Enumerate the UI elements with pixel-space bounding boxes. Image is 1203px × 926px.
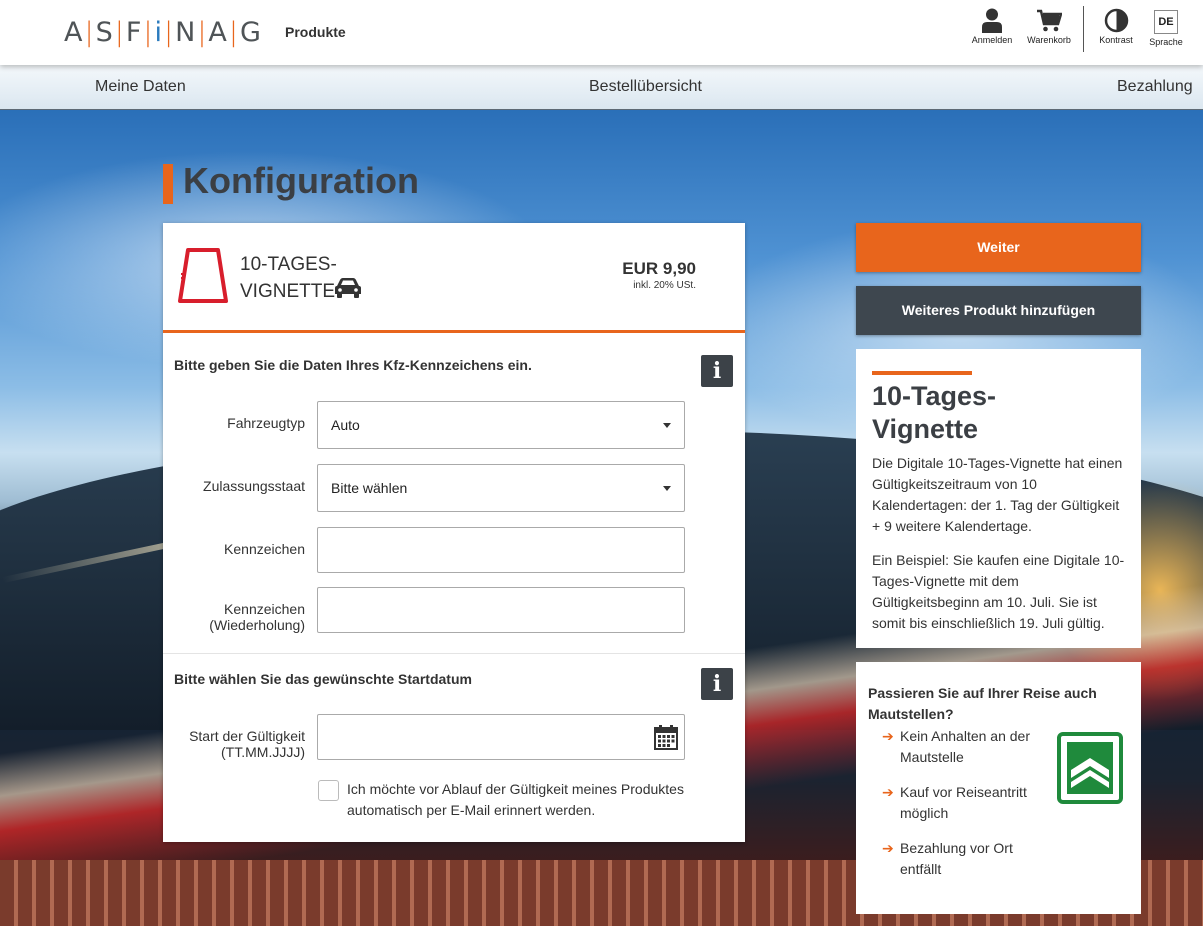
vignette-icon <box>178 248 228 303</box>
product-price: EUR 9,90 <box>622 259 696 278</box>
vehicle-section-title: Bitte geben Sie die Daten Ihres Kfz-Kenn… <box>174 357 532 373</box>
add-product-button[interactable]: Weiteres Produkt hinzufügen <box>856 286 1141 335</box>
step-bestelluebersicht[interactable]: Bestellübersicht <box>589 78 702 96</box>
list-item-text: Kein Anhalten an der Mautstelle <box>900 728 1030 765</box>
vehicle-type-value: Auto <box>331 417 360 433</box>
vehicle-type-label: Fahrzeugtyp <box>227 415 305 431</box>
plate-repeat-label-line2: (Wiederholung) <box>209 617 305 633</box>
calendar-icon[interactable] <box>654 724 678 750</box>
info-title-line2: Vignette <box>872 414 979 444</box>
plate-repeat-label: Kennzeichen (Wiederholung) <box>209 601 305 633</box>
arrow-right-icon: ➔ <box>882 728 894 744</box>
info-paragraph-1: Die Digitale 10-Tages-Vignette hat einen… <box>872 455 1123 534</box>
cart-icon <box>1037 9 1062 32</box>
product-header: 10-TAGES- VIGNETTE EUR 9,90 inkl. 20% US… <box>163 223 745 333</box>
contrast-icon <box>1104 8 1128 33</box>
country-value: Bitte wählen <box>331 480 408 496</box>
plate-input[interactable] <box>317 527 685 573</box>
product-name-line1: 10-TAGES- <box>240 254 337 275</box>
section-divider <box>163 653 745 654</box>
reminder-label[interactable]: Ich möchte vor Ablauf der Gültigkeit mei… <box>347 779 697 821</box>
reminder-checkbox[interactable] <box>318 780 339 801</box>
user-icon <box>982 8 1002 33</box>
list-item: ➔ Kein Anhalten an der Mautstelle <box>882 726 1052 768</box>
info-icon: i <box>712 358 722 384</box>
checkout-steps: Meine Daten Bestellübersicht Bezahlung <box>0 65 1203 110</box>
arrow-right-icon: ➔ <box>882 840 894 856</box>
plate-repeat-input[interactable] <box>317 587 685 633</box>
list-item: ➔ Kauf vor Reiseantritt möglich <box>882 782 1052 824</box>
login-label: Anmelden <box>971 35 1013 45</box>
step-meine-daten[interactable]: Meine Daten <box>95 78 186 96</box>
date-info-button[interactable]: i <box>701 668 733 700</box>
car-icon <box>335 278 361 298</box>
chevron-down-icon <box>663 486 671 491</box>
configuration-panel: 10-TAGES- VIGNETTE EUR 9,90 inkl. 20% US… <box>163 223 745 842</box>
list-item-text: Bezahlung vor Ort entfällt <box>900 840 1013 877</box>
language-code: DE <box>1154 10 1178 34</box>
section-label[interactable]: Produkte <box>285 24 346 40</box>
product-info-box: 10-Tages- Vignette Die Digitale 10-Tages… <box>856 349 1141 648</box>
info-title: 10-Tages- Vignette <box>872 380 1112 446</box>
toll-title: Passieren Sie auf Ihrer Reise auch Mauts… <box>868 685 1097 722</box>
list-item-text: Kauf vor Reiseantritt möglich <box>900 784 1027 821</box>
step-bezahlung[interactable]: Bezahlung <box>1117 78 1193 96</box>
language-button[interactable]: DE Sprache <box>1136 8 1196 47</box>
vehicle-info-button[interactable]: i <box>701 355 733 387</box>
date-section-title: Bitte wählen Sie das gewünschte Startdat… <box>174 671 472 687</box>
top-header: A|S|F|i|N|A|G Produkte Anmelden Warenkor… <box>0 0 1203 65</box>
info-icon: i <box>712 671 722 697</box>
start-date-label: Start der Gültigkeit (TT.MM.JJJJ) <box>189 728 305 760</box>
cart-button[interactable]: Warenkorb <box>1019 8 1079 45</box>
plate-repeat-label-line1: Kennzeichen <box>224 601 305 617</box>
continue-button[interactable]: Weiter <box>856 223 1141 272</box>
chevron-down-icon <box>663 423 671 428</box>
list-item: ➔ Bezahlung vor Ort entfällt <box>882 838 1052 880</box>
info-paragraph-2: Ein Beispiel: Sie kaufen eine Digitale 1… <box>872 552 1125 631</box>
contrast-label: Kontrast <box>1099 35 1133 45</box>
country-label: Zulassungsstaat <box>203 478 305 494</box>
title-accent-bar <box>163 164 173 204</box>
login-button[interactable]: Anmelden <box>962 8 1022 45</box>
cart-label: Warenkorb <box>1027 35 1071 45</box>
start-date-label-line2: (TT.MM.JJJJ) <box>221 744 305 760</box>
language-label: Sprache <box>1149 37 1183 47</box>
toll-info-box: Passieren Sie auf Ihrer Reise auch Mauts… <box>856 662 1141 914</box>
info-accent-bar <box>872 371 972 375</box>
plate-label: Kennzeichen <box>224 541 305 557</box>
product-price-note: inkl. 20% USt. <box>633 280 696 291</box>
arrow-right-icon: ➔ <box>882 784 894 800</box>
asfinag-logo[interactable]: A|S|F|i|N|A|G <box>64 17 262 48</box>
go-box-icon <box>1057 732 1123 804</box>
start-date-label-line1: Start der Gültigkeit <box>189 728 305 744</box>
page-title: Konfiguration <box>183 160 419 201</box>
start-date-input[interactable] <box>317 714 685 760</box>
country-select[interactable]: Bitte wählen <box>317 464 685 512</box>
info-title-line1: 10-Tages- <box>872 381 997 411</box>
header-divider <box>1083 6 1084 52</box>
vehicle-type-select[interactable]: Auto <box>317 401 685 449</box>
